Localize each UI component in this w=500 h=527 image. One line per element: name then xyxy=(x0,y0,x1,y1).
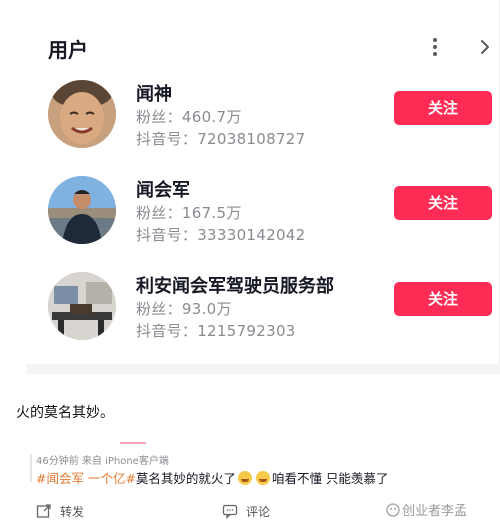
laugh-cry-emoji-icon xyxy=(237,471,252,485)
watermark-logo-icon xyxy=(386,503,400,517)
user-results-card: 用户 闻神 粉丝：460.7万 抖音号：72038108727 关注 闻会军 粉… xyxy=(26,0,500,374)
section-title: 用户 xyxy=(48,38,88,62)
avatar[interactable] xyxy=(48,80,116,148)
comment-text-part: 莫名其妙的就火了 xyxy=(135,471,236,486)
comment-meta: 46分钟前 来自 iPhone客户端 xyxy=(36,456,169,467)
user-name[interactable]: 闻会军 xyxy=(136,176,190,202)
avatar[interactable] xyxy=(48,272,116,340)
comment-text: #闻会军 一个亿#莫名其妙的就火了 咱看不懂 只能羡慕了 xyxy=(36,468,388,487)
card-header: 用户 xyxy=(26,0,500,80)
user-name[interactable]: 闻神 xyxy=(136,80,172,106)
comment-text-part: 咱看不懂 只能羡慕了 xyxy=(271,471,389,486)
watermark: 创业者李孟 xyxy=(386,500,467,519)
watermark-text: 创业者李孟 xyxy=(402,504,468,519)
fans-count: 粉丝：93.0万 xyxy=(136,300,232,318)
repost-label: 转发 xyxy=(60,505,85,519)
comment-icon xyxy=(222,504,238,519)
comment-label: 评论 xyxy=(246,505,271,519)
repost-icon xyxy=(36,504,51,518)
user-name[interactable]: 利安闻会军驾驶员服务部 xyxy=(136,272,334,298)
user-row[interactable]: 利安闻会军驾驶员服务部 粉丝：93.0万 抖音号：1215792303 关注 xyxy=(26,272,500,364)
fans-count: 粉丝：167.5万 xyxy=(136,204,242,222)
hashtag-link[interactable]: #闻会军 一个亿# xyxy=(36,471,136,486)
douyin-id: 抖音号：72038108727 xyxy=(136,130,306,148)
user-row[interactable]: 闻会军 粉丝：167.5万 抖音号：33330142042 关注 xyxy=(26,176,500,268)
comment-accent-line xyxy=(120,442,146,444)
fans-count: 粉丝：460.7万 xyxy=(136,108,242,126)
avatar[interactable] xyxy=(48,176,116,244)
follow-button[interactable]: 关注 xyxy=(394,186,492,220)
card-divider xyxy=(26,364,500,374)
quote-bar xyxy=(30,454,32,482)
follow-button[interactable]: 关注 xyxy=(394,91,492,125)
post-text: 火的莫名其妙。 xyxy=(16,405,114,421)
user-row[interactable]: 闻神 粉丝：460.7万 抖音号：72038108727 关注 xyxy=(26,80,500,172)
more-vertical-icon[interactable] xyxy=(430,38,440,56)
chevron-right-icon[interactable] xyxy=(478,38,492,56)
douyin-id: 抖音号：1215792303 xyxy=(136,322,296,340)
follow-button[interactable]: 关注 xyxy=(394,282,492,316)
douyin-id: 抖音号：33330142042 xyxy=(136,226,306,244)
laugh-cry-emoji-icon xyxy=(255,471,270,485)
